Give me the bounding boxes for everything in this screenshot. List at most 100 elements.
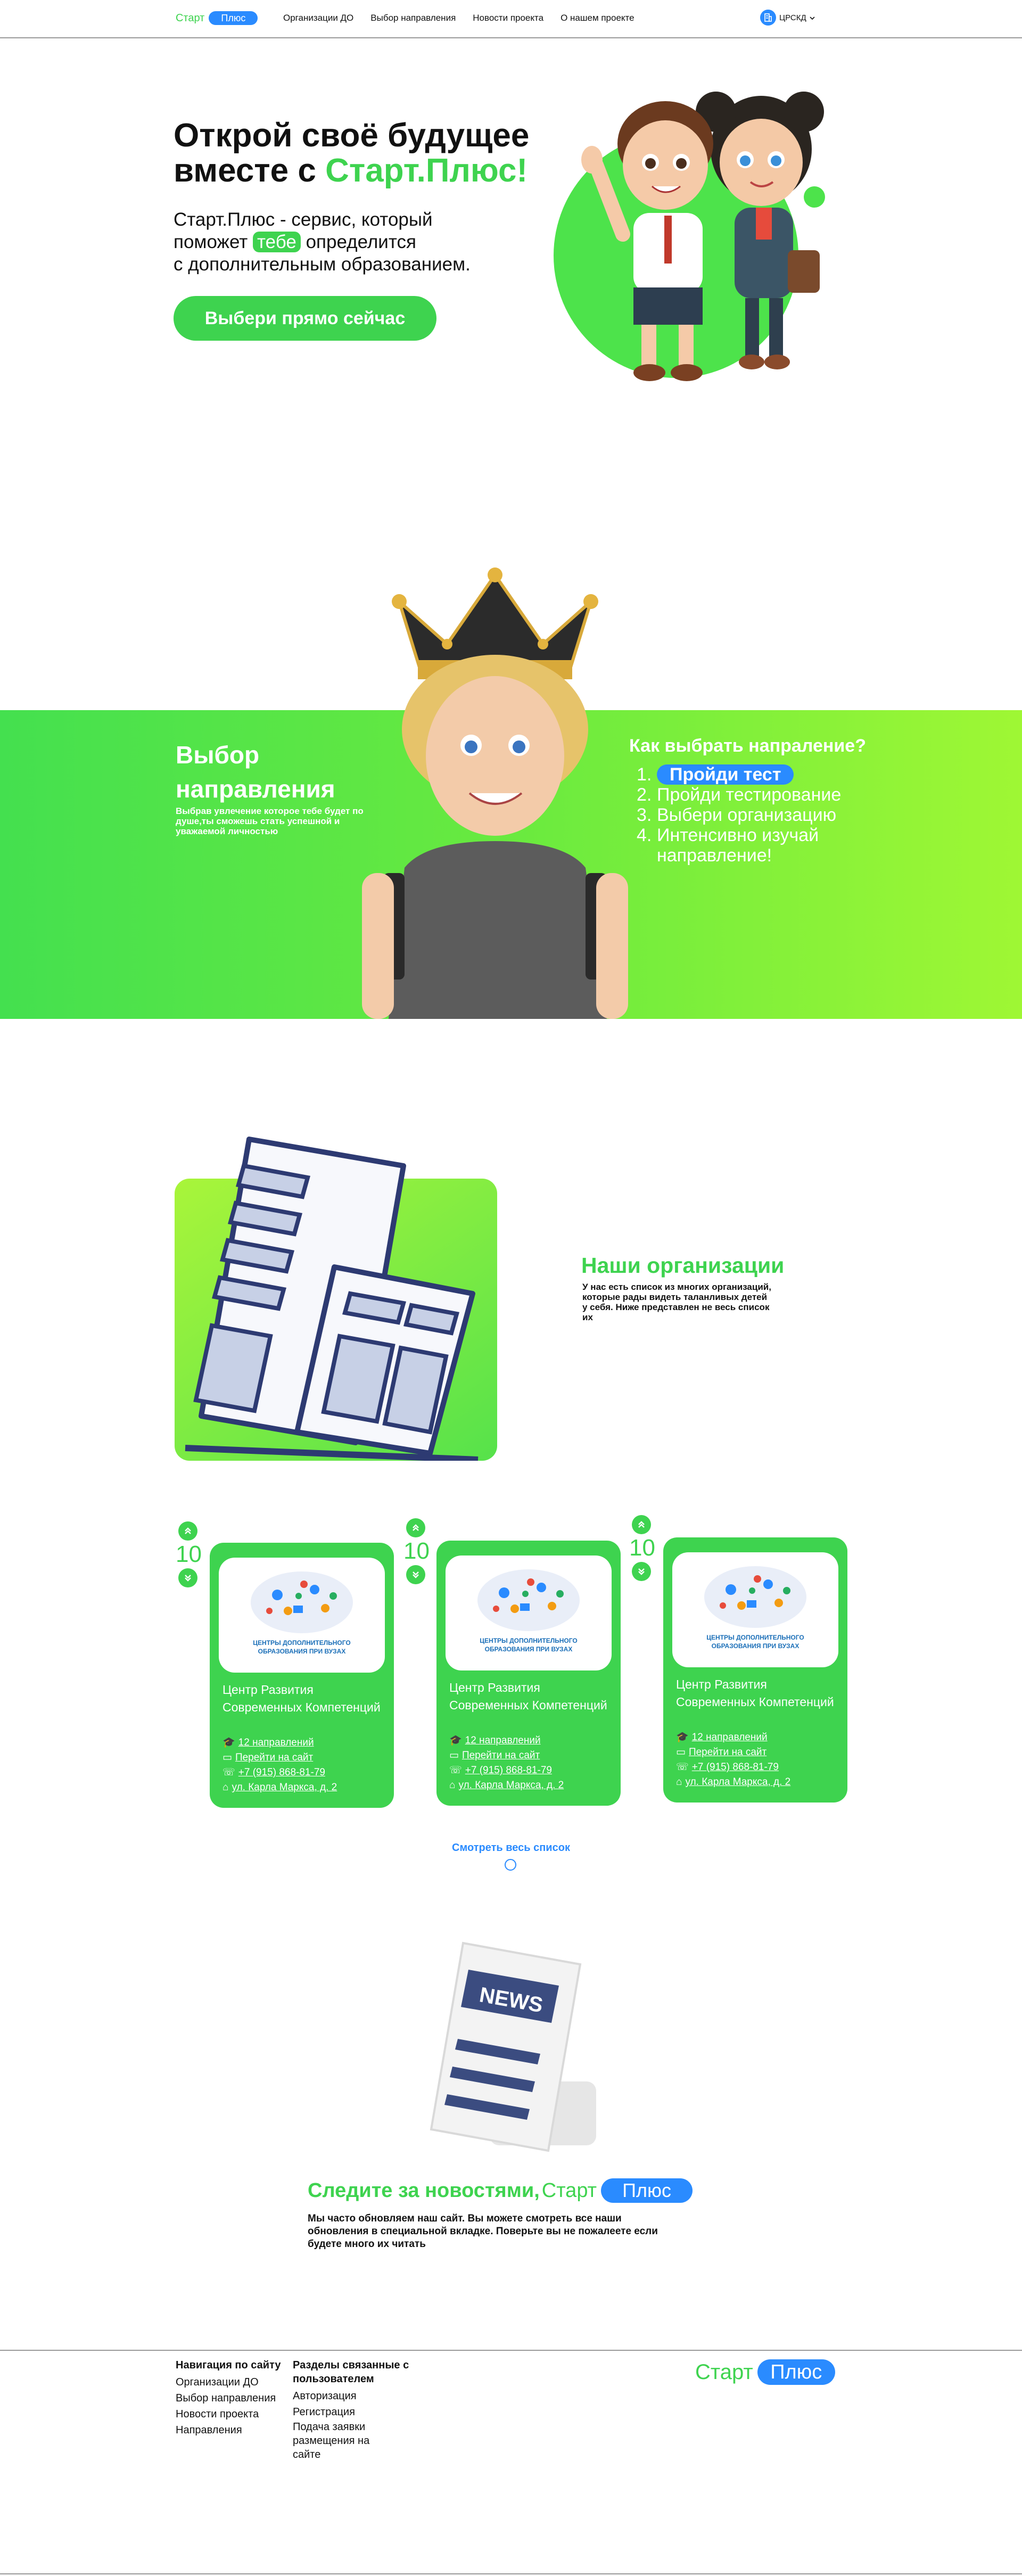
- browser-icon: ▭: [222, 1752, 232, 1763]
- nav-about[interactable]: О нашем проекте: [561, 13, 634, 23]
- organization-card[interactable]: ЦЕНТРЫ ДОПОЛНИТЕЛЬНОГО ОБРАЗОВАНИЯ ПРИ В…: [436, 1541, 621, 1806]
- home-icon: ⌂: [222, 1782, 229, 1793]
- address-link[interactable]: ⌂ ул. Карла Маркса, д. 2: [222, 1780, 337, 1795]
- vote-count: 10: [176, 1541, 202, 1567]
- svg-text:ЦЕНТРЫ ДОПОЛНИТЕЛЬНОГО: ЦЕНТРЫ ДОПОЛНИТЕЛЬНОГО: [706, 1634, 804, 1641]
- arrow-circle-icon[interactable]: [505, 1859, 516, 1871]
- phone-icon: ☏: [449, 1765, 462, 1776]
- phone-label: +7 (915) 868-81-79: [238, 1767, 325, 1778]
- address-label: ул. Карла Маркса, д. 2: [458, 1780, 564, 1791]
- building-icon: [760, 10, 776, 26]
- footer-link[interactable]: Новости проекта: [176, 2406, 287, 2422]
- address-link[interactable]: ⌂ ул. Карла Маркса, д. 2: [449, 1778, 564, 1793]
- upvote-icon[interactable]: [406, 1518, 425, 1537]
- phone-link[interactable]: ☏ +7 (915) 868-81-79: [222, 1765, 337, 1780]
- site-link[interactable]: ▭ Перейти на сайт: [222, 1750, 337, 1765]
- phone-label: +7 (915) 868-81-79: [691, 1762, 779, 1773]
- footer-nav-column: Навигация по сайту Организации ДО Выбор …: [176, 2358, 287, 2438]
- organization-card[interactable]: ЦЕНТРЫ ДОПОЛНИТЕЛЬНОГО ОБРАЗОВАНИЯ ПРИ В…: [663, 1537, 847, 1803]
- footer-user-title: Разделы связанные с пользователем: [293, 2359, 409, 2385]
- address-link[interactable]: ⌂ ул. Карла Маркса, д. 2: [676, 1775, 790, 1790]
- step-item: 4. Интенсивно изучай направление!: [637, 825, 855, 866]
- downvote-icon[interactable]: [178, 1568, 197, 1587]
- footer-logo[interactable]: Старт Плюс: [695, 2359, 835, 2385]
- hero-text: Старт.Плюс - сервис, который поможет теб…: [174, 209, 514, 276]
- phone-link[interactable]: ☏ +7 (915) 868-81-79: [676, 1760, 790, 1775]
- address-label: ул. Карла Маркса, д. 2: [232, 1782, 337, 1793]
- nav-news[interactable]: Новости проекта: [473, 13, 543, 23]
- vote-widget: 10: [403, 1518, 430, 1584]
- logo-pill: Плюс: [757, 2359, 835, 2385]
- choice-title: Выбор направления: [176, 741, 335, 803]
- user-menu[interactable]: ЦРСКД: [760, 10, 815, 26]
- site-label: Перейти на сайт: [461, 1750, 540, 1761]
- nav-direction-choice[interactable]: Выбор направления: [370, 13, 456, 23]
- footer-user-column: Разделы связанные с пользователем Автори…: [293, 2358, 415, 2462]
- hero-title-line1: Открой своё будущее: [174, 117, 530, 154]
- organization-logo: ЦЕНТРЫ ДОПОЛНИТЕЛЬНОГО ОБРАЗОВАНИЯ ПРИ В…: [672, 1552, 838, 1667]
- directions-link[interactable]: 🎓 12 направлений: [676, 1730, 790, 1745]
- hero-title-line2a: вместе с: [174, 152, 326, 189]
- graduation-cap-icon: 🎓: [449, 1735, 462, 1746]
- footer-divider: [0, 2573, 1022, 2574]
- footer-link[interactable]: Организации ДО: [176, 2374, 287, 2390]
- svg-text:ЦЕНТРЫ ДОПОЛНИТЕЛЬНОГО: ЦЕНТРЫ ДОПОЛНИТЕЛЬНОГО: [253, 1639, 350, 1647]
- news-illustration: NEWS: [430, 1941, 596, 2152]
- news-title-brand: Старт: [541, 2179, 597, 2202]
- step-label: Выбери организацию: [657, 805, 837, 825]
- site-header: Старт Плюс Организации ДО Выбор направле…: [0, 0, 1022, 38]
- hero-text-line2c: определится: [300, 232, 416, 252]
- main-nav: Организации ДО Выбор направления Новости…: [283, 13, 634, 23]
- svg-text:ОБРАЗОВАНИЯ ПРИ ВУЗАХ: ОБРАЗОВАНИЯ ПРИ ВУЗАХ: [258, 1648, 346, 1655]
- vote-count: 10: [403, 1538, 430, 1564]
- choose-now-button[interactable]: Выбери прямо сейчас: [174, 296, 436, 341]
- steps-title: Как выбрать напраление?: [629, 736, 866, 756]
- news-title-text: Следите за новостями,: [308, 2179, 540, 2202]
- svg-text:ОБРАЗОВАНИЯ ПРИ ВУЗАХ: ОБРАЗОВАНИЯ ПРИ ВУЗАХ: [712, 1642, 800, 1650]
- directions-label: 12 направлений: [691, 1732, 768, 1743]
- footer-link[interactable]: Регистрация: [293, 2404, 415, 2420]
- step-label: Интенсивно изучай направление!: [657, 825, 819, 866]
- site-link[interactable]: ▭ Перейти на сайт: [449, 1748, 564, 1763]
- vote-count: 10: [629, 1535, 655, 1561]
- kids-illustration: [554, 92, 825, 381]
- take-test-button[interactable]: Пройди тест: [657, 764, 794, 785]
- logo-word: Старт: [176, 12, 205, 24]
- steps-list: 1. Пройди тест 2. Пройди тестирование 3. Вы…: [637, 764, 855, 866]
- directions-link[interactable]: 🎓 12 направлений: [222, 1735, 337, 1750]
- footer-link[interactable]: Направления: [176, 2422, 287, 2438]
- phone-link[interactable]: ☏ +7 (915) 868-81-79: [449, 1763, 564, 1778]
- directions-label: 12 направлений: [465, 1735, 541, 1746]
- browser-icon: ▭: [676, 1747, 686, 1758]
- phone-icon: ☏: [676, 1762, 689, 1773]
- footer-link[interactable]: Авторизация: [293, 2388, 415, 2404]
- nav-organizations[interactable]: Организации ДО: [283, 13, 353, 23]
- site-label: Перейти на сайт: [688, 1747, 767, 1758]
- news-title-pill: Плюс: [601, 2178, 693, 2203]
- footer-nav-title: Навигация по сайту: [176, 2359, 281, 2371]
- header-logo[interactable]: Старт Плюс: [176, 11, 258, 25]
- hero-text-highlight: тебе: [253, 232, 301, 252]
- logo-word: Старт: [695, 2360, 753, 2384]
- organization-links: 🎓 12 направлений ▭ Перейти на сайт ☏ +7 (91…: [676, 1730, 790, 1790]
- upvote-icon[interactable]: [178, 1521, 197, 1541]
- site-footer: [0, 2350, 1022, 2576]
- chevron-down-icon: [810, 13, 815, 22]
- choice-subtitle: Выбрав увлечение которое тебе будет по д…: [176, 806, 364, 836]
- directions-link[interactable]: 🎓 12 направлений: [449, 1733, 564, 1748]
- see-all-link[interactable]: Смотреть весь список: [436, 1842, 586, 1854]
- step-item: 1. Пройди тест: [637, 764, 855, 785]
- graduation-cap-icon: 🎓: [676, 1732, 689, 1743]
- organization-card[interactable]: ЦЕНТРЫ ДОПОЛНИТЕЛЬНОГО ОБРАЗОВАНИЯ ПРИ В…: [210, 1543, 394, 1808]
- upvote-icon[interactable]: [632, 1515, 651, 1534]
- footer-link[interactable]: Выбор направления: [176, 2390, 287, 2406]
- user-name: ЦРСКД: [779, 13, 806, 22]
- site-link[interactable]: ▭ Перейти на сайт: [676, 1745, 790, 1760]
- organization-logo: ЦЕНТРЫ ДОПОЛНИТЕЛЬНОГО ОБРАЗОВАНИЯ ПРИ В…: [446, 1556, 612, 1670]
- hero-title: Открой своё будущее вместе с Старт.Плюс!: [174, 118, 578, 188]
- footer-link[interactable]: Подача заявки размещения на сайте: [293, 2420, 389, 2462]
- downvote-icon[interactable]: [632, 1562, 651, 1581]
- organization-links: 🎓 12 направлений ▭ Перейти на сайт ☏ +7 (91…: [449, 1733, 564, 1793]
- hero-text-line2a: поможет: [174, 232, 253, 252]
- downvote-icon[interactable]: [406, 1565, 425, 1584]
